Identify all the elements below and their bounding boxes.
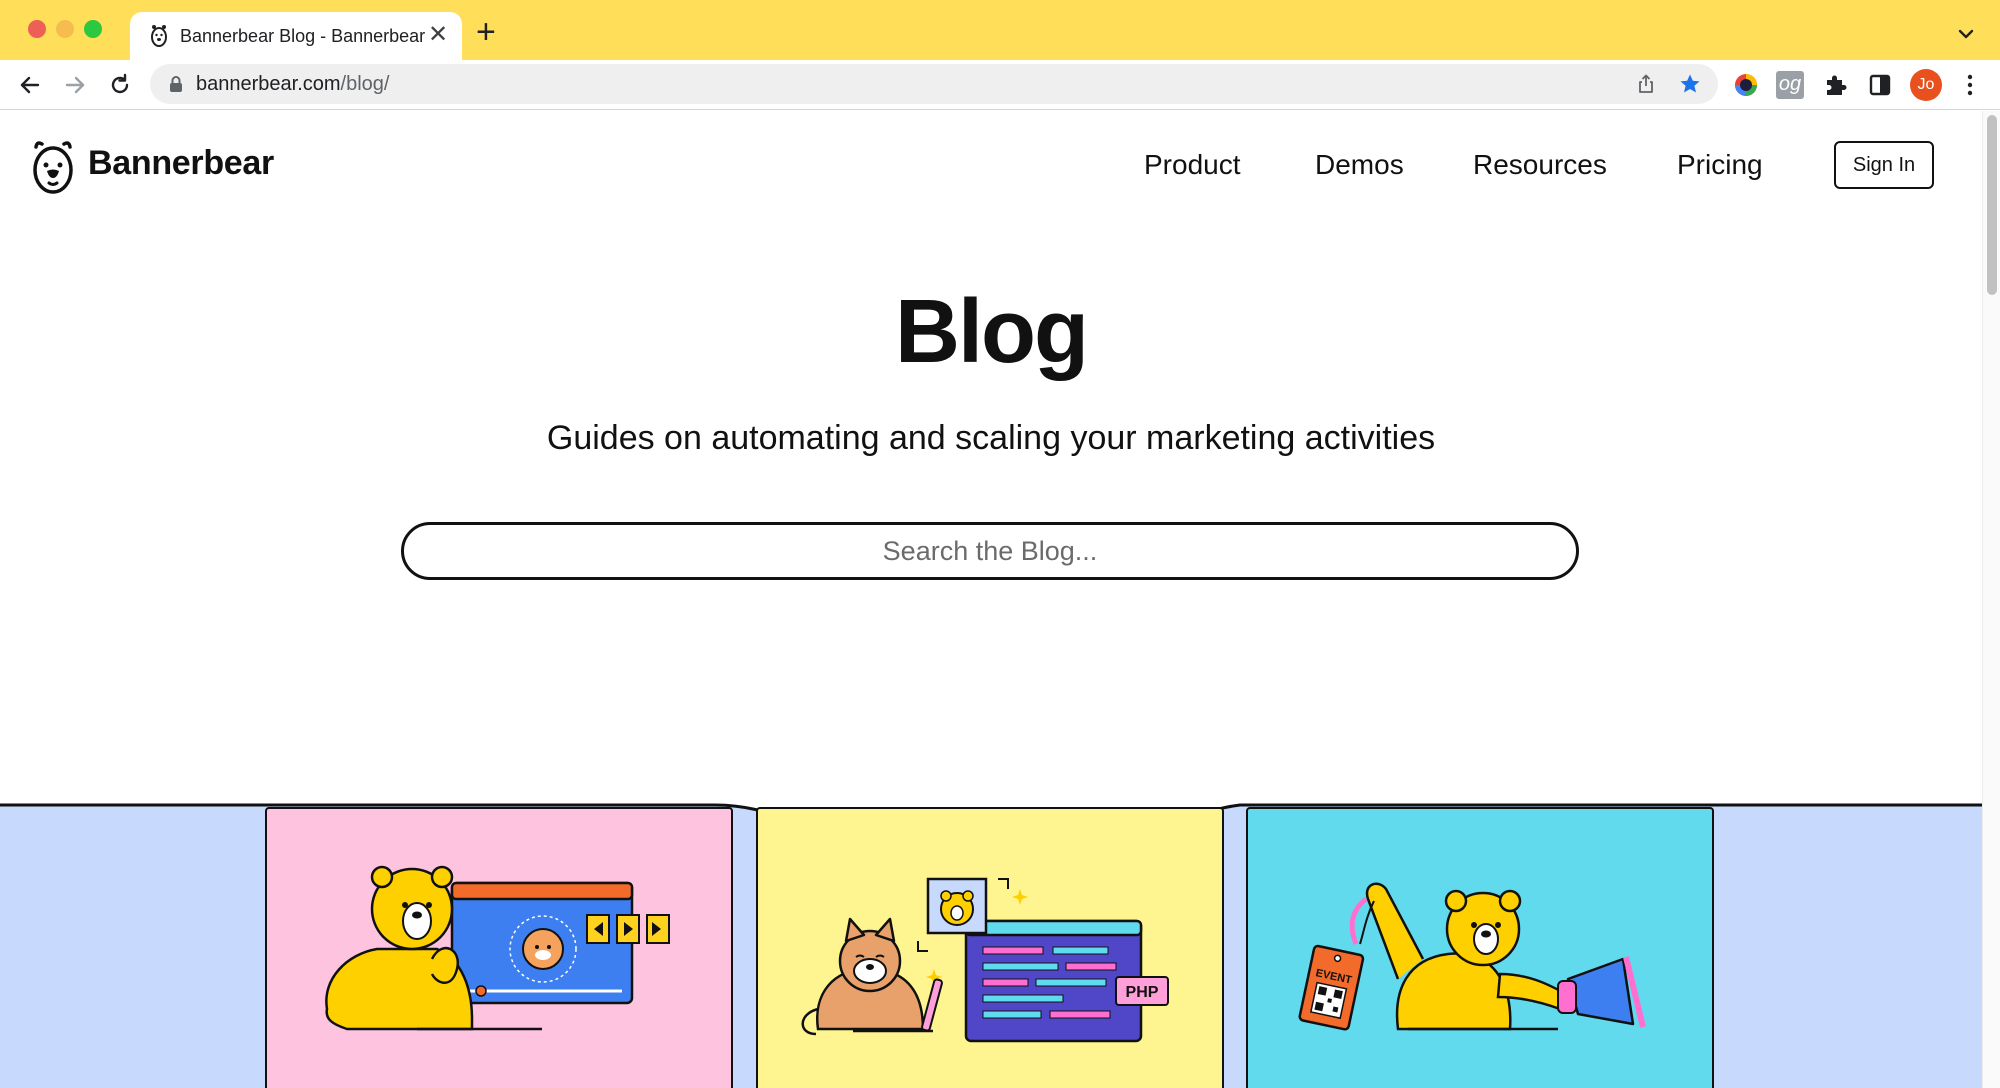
forward-arrow-icon[interactable] [61, 71, 89, 99]
browser-titlebar: Bannerbear Blog - Bannerbear ✕ + [0, 0, 2000, 60]
blog-card-2[interactable]: PHP [756, 807, 1224, 1088]
window-maximize-button[interactable] [84, 20, 102, 38]
window-close-button[interactable] [28, 20, 46, 38]
bear-video-watermark-illustration [325, 865, 670, 1031]
page-title: Blog [895, 282, 1089, 382]
bannerbear-logo-icon[interactable] [30, 137, 76, 195]
bear-megaphone-event-illustration: EVENT [1298, 882, 1646, 1031]
blog-card-3[interactable]: EVENT [1246, 807, 1714, 1088]
side-panel-icon[interactable] [1866, 71, 1894, 99]
scrollbar-thumb[interactable] [1987, 115, 1997, 295]
address-bar[interactable]: bannerbear.com/blog/ [150, 64, 1718, 104]
og-extension-icon[interactable]: og [1776, 71, 1804, 99]
page-subtitle: Guides on automating and scaling your ma… [546, 419, 1436, 457]
browser-tab-active[interactable]: Bannerbear Blog - Bannerbear ✕ [130, 12, 462, 60]
browser-toolbar: bannerbear.com/blog/ og Jo [0, 60, 2000, 110]
blog-search-input[interactable] [401, 522, 1579, 580]
php-badge-text: PHP [1126, 984, 1159, 1001]
blog-card-1[interactable] [265, 807, 733, 1088]
tab-close-icon[interactable]: ✕ [428, 20, 448, 50]
dog-php-code-illustration: PHP [801, 877, 1169, 1043]
window-minimize-button[interactable] [56, 20, 74, 38]
profile-avatar[interactable]: Jo [1910, 69, 1942, 101]
nav-link-demos[interactable]: Demos [1315, 149, 1404, 181]
color-picker-extension-icon[interactable] [1732, 71, 1760, 99]
url-text[interactable]: bannerbear.com/blog/ [196, 73, 389, 96]
back-arrow-icon[interactable] [16, 71, 44, 99]
sign-in-button[interactable]: Sign In [1834, 141, 1934, 189]
extensions-puzzle-icon[interactable] [1822, 71, 1850, 99]
reload-icon[interactable] [106, 71, 134, 99]
page-viewport: Bannerbear Product Demos Resources Prici… [0, 111, 2000, 1088]
bookmark-star-icon[interactable] [1678, 72, 1702, 96]
share-icon[interactable] [1634, 72, 1658, 96]
bannerbear-favicon-icon [151, 25, 167, 47]
page-scrollbar[interactable] [1982, 111, 2000, 1088]
new-tab-icon[interactable]: + [476, 14, 496, 50]
brand-name[interactable]: Bannerbear [88, 144, 274, 183]
browser-menu-icon[interactable] [1960, 72, 1980, 98]
tab-search-chevron-icon[interactable] [1952, 20, 1980, 48]
lock-icon[interactable] [168, 75, 184, 93]
tab-title: Bannerbear Blog - Bannerbear [180, 26, 426, 46]
nav-link-product[interactable]: Product [1144, 149, 1241, 181]
nav-link-resources[interactable]: Resources [1473, 149, 1607, 181]
nav-link-pricing[interactable]: Pricing [1677, 149, 1763, 181]
